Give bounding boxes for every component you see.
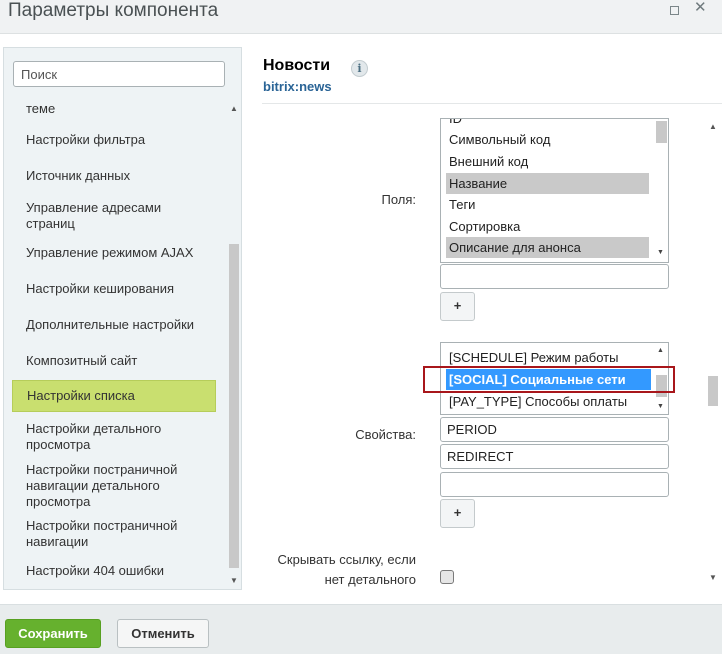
fields-listbox[interactable]: ID Символьный код Внешний код Название Т… (440, 118, 669, 263)
scroll-up-icon[interactable]: ▲ (706, 122, 720, 131)
property-input-empty[interactable] (440, 472, 669, 497)
save-button[interactable]: Сохранить (5, 619, 101, 648)
sidebar-item-detail-view-settings[interactable]: Настройки детального просмотра (12, 420, 216, 454)
sidebar-item-label: Управление режимом AJAX (26, 245, 194, 260)
sidebar-item-additional-settings[interactable]: Дополнительные настройки (12, 317, 216, 333)
sidebar-item-cache-settings[interactable]: Настройки кеширования (12, 281, 216, 297)
scroll-down-icon[interactable]: ▼ (653, 403, 668, 410)
sidebar-item-label: Источник данных (26, 168, 131, 183)
sidebar-item-composite-site[interactable]: Композитный сайт (12, 353, 216, 369)
window-title: Параметры компонента (8, 0, 219, 21)
sidebar-item-label: Настройки постраничной навигации детальн… (26, 462, 178, 509)
maximize-icon[interactable] (670, 6, 679, 15)
list-item[interactable]: Внешний код (446, 151, 649, 172)
list-item[interactable]: [PAY_TYPE] Способы оплаты (446, 391, 651, 412)
search-input[interactable] (13, 61, 225, 87)
sidebar-item-url-management[interactable]: Управление адресами страниц (12, 199, 216, 233)
sidebar-item-label: Настройки детального просмотра (26, 421, 162, 452)
list-item[interactable]: Сортировка (446, 216, 649, 237)
highlight-box (423, 366, 675, 393)
sidebar-item-label: Настройки 404 ошибки (26, 563, 164, 578)
sidebar-item-label: Настройки фильтра (26, 132, 146, 147)
main-scroll-thumb[interactable] (708, 376, 718, 406)
fields-add-button[interactable]: + (440, 292, 475, 321)
property-input-redirect[interactable] (440, 444, 669, 469)
dialog-footer: Сохранить Отменить (0, 604, 722, 654)
main-scrollbar[interactable]: ▲ ▼ (706, 118, 720, 588)
list-item[interactable]: Описание для анонса (446, 237, 649, 258)
sidebar-item-filter-settings[interactable]: Настройки фильтра (12, 132, 216, 148)
sidebar-item-detail-pagination[interactable]: Настройки постраничной навигации детальн… (12, 461, 216, 511)
properties-add-button[interactable]: + (440, 499, 475, 528)
scroll-down-icon[interactable]: ▼ (653, 249, 668, 256)
sidebar-item-data-source[interactable]: Источник данных (12, 168, 216, 184)
sidebar-item-ajax-mode[interactable]: Управление режимом AJAX (12, 245, 216, 261)
scroll-up-icon[interactable]: ▲ (228, 104, 240, 113)
hide-link-label-line2: нет детального (324, 572, 416, 587)
list-item[interactable]: [SCHEDULE] Режим работы (446, 347, 651, 368)
sidebar-item-list-settings[interactable]: Настройки списка (12, 380, 216, 412)
property-input-period[interactable] (440, 417, 669, 442)
component-title: Новости (263, 57, 331, 74)
header-divider (262, 103, 722, 104)
fields-scroll-thumb[interactable] (656, 121, 667, 143)
sidebar-item-label: Настройки кеширования (26, 281, 175, 296)
scroll-down-icon[interactable]: ▼ (706, 573, 720, 582)
sidebar-item-label: Дополнительные настройки (26, 317, 195, 332)
info-icon[interactable]: i (351, 60, 368, 77)
sidebar-item-label: теме (26, 101, 56, 116)
window-titlebar: Параметры компонента ✕ (0, 0, 722, 34)
sidebar-item-label: Композитный сайт (26, 353, 138, 368)
close-icon[interactable]: ✕ (694, 0, 707, 15)
fields-list-scrollbar[interactable]: ▼ (653, 119, 668, 262)
list-item[interactable]: Символьный код (446, 129, 649, 150)
sidebar-item-label: Настройки постраничной навигации (26, 518, 178, 549)
component-code: bitrix:news (263, 79, 332, 94)
scroll-down-icon[interactable]: ▼ (228, 576, 240, 585)
fields-extra-input[interactable] (440, 264, 669, 289)
cancel-button[interactable]: Отменить (117, 619, 209, 648)
list-item[interactable]: Теги (446, 194, 649, 215)
sidebar-item-label: Управление адресами страниц (26, 200, 162, 231)
sidebar-item-label: Настройки списка (27, 388, 135, 403)
sidebar-item-theme[interactable]: теме (12, 101, 216, 117)
properties-label: Свойства: (355, 427, 416, 442)
sidebar-item-404-settings[interactable]: Настройки 404 ошибки (12, 563, 216, 579)
sidebar-item-pagination[interactable]: Настройки постраничной навигации (12, 517, 216, 551)
hide-link-label-line1: Скрывать ссылку, если (277, 552, 416, 567)
list-item[interactable]: ID (446, 119, 649, 129)
fields-label: Поля: (381, 192, 416, 207)
list-item[interactable]: Название (446, 173, 649, 194)
sidebar-scroll-thumb[interactable] (229, 244, 239, 568)
sidebar: теме Настройки фильтра Источник данных У… (3, 47, 242, 590)
scroll-up-icon[interactable]: ▲ (653, 347, 668, 354)
sidebar-scrollbar[interactable]: ▲ ▼ (228, 104, 240, 588)
hide-link-checkbox[interactable] (440, 570, 454, 584)
